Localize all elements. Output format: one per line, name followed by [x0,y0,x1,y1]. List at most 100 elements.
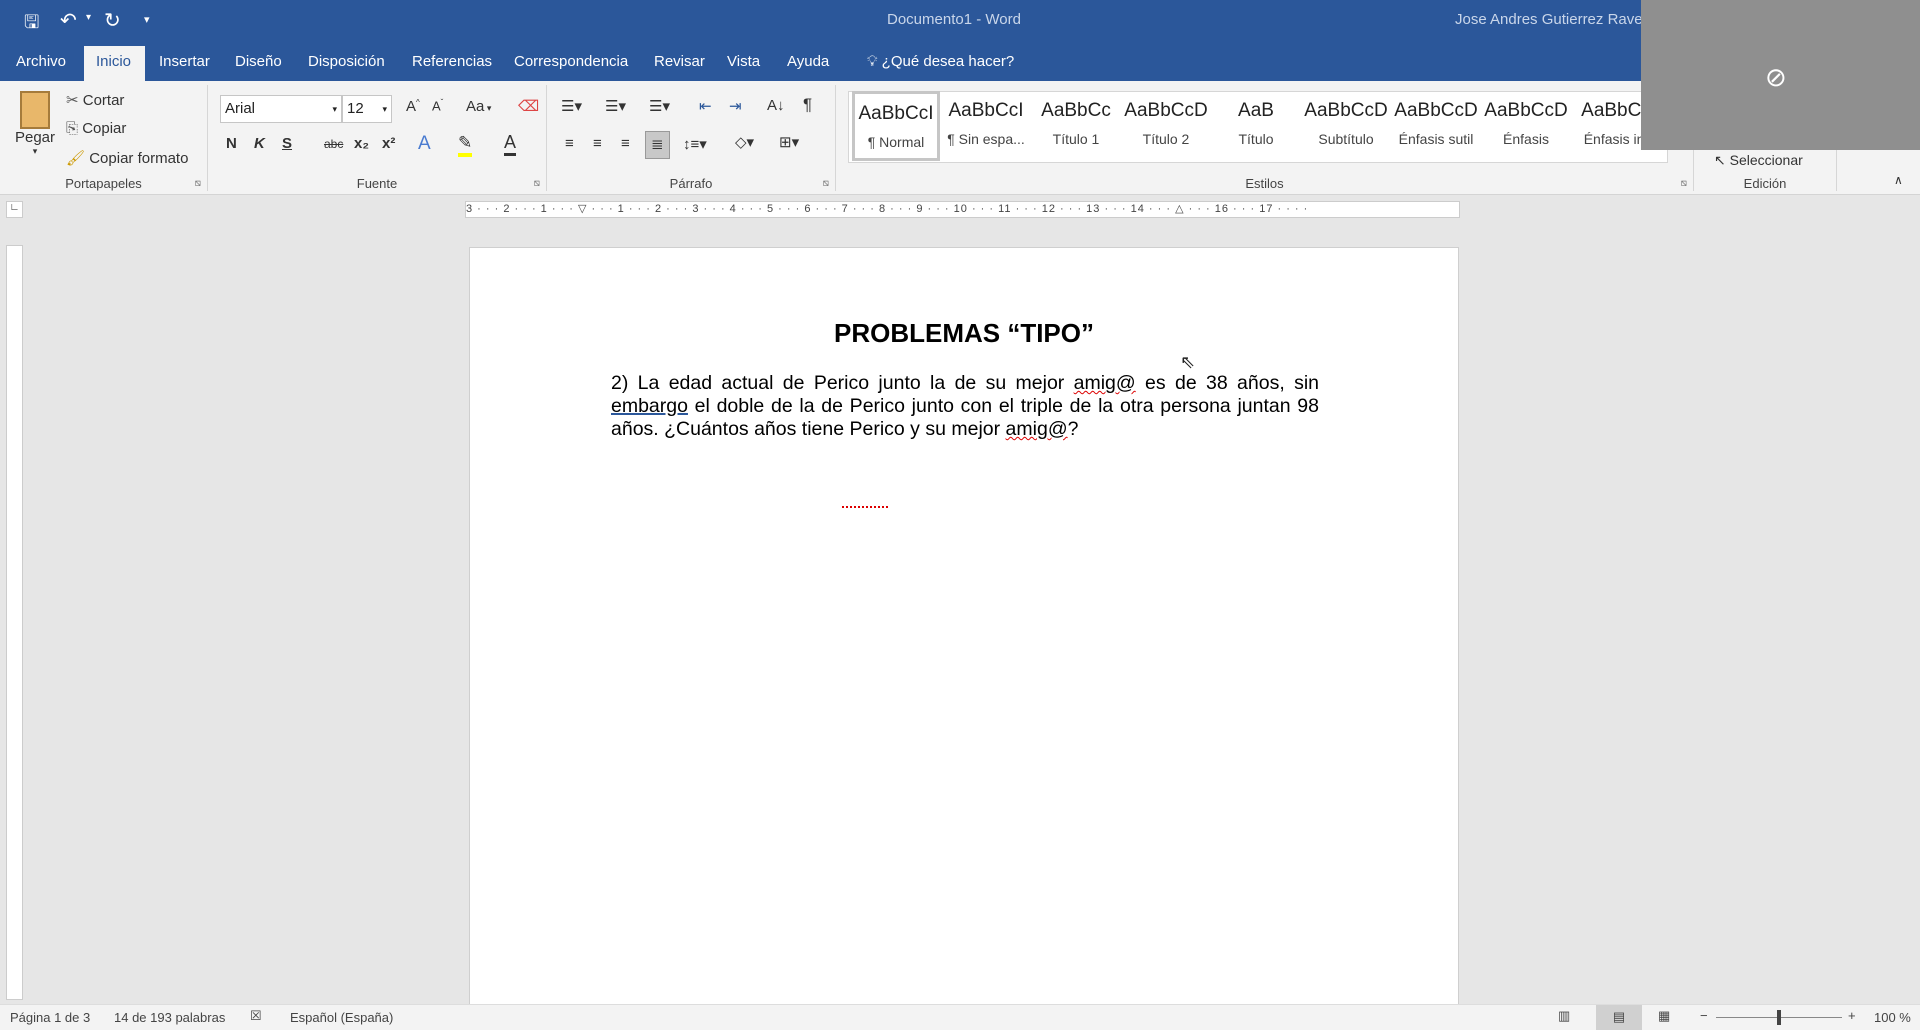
subscript-button[interactable]: x₂ [354,135,369,152]
paragraph-group: ☰▾ ☰▾ ☰▾ ⇤ ⇥ A↓ ¶ ≡ ≡ ≡ ≣ ↕≡▾ ◇▾ ⊞▾ Párr… [547,85,836,191]
cut-button[interactable]: ✂ Cortar [66,91,124,109]
bold-button[interactable]: N [226,135,237,152]
select-button[interactable]: ↖ Seleccionar [1714,152,1803,168]
italic-button[interactable]: K [254,135,265,152]
decrease-indent-icon[interactable]: ⇤ [699,97,712,115]
read-mode-icon[interactable]: ▥ [1558,1008,1570,1024]
style-1[interactable]: AaBbCcI ¶ Sin espa... [942,91,1030,161]
multilevel-list-icon[interactable]: ☰▾ [649,97,670,115]
style-7[interactable]: AaBbCcD Énfasis [1482,91,1570,161]
numbering-icon[interactable]: ☰▾ [605,97,626,115]
print-layout-icon[interactable]: ▤ [1596,1005,1642,1030]
tab-insertar[interactable]: Insertar [147,46,222,81]
style-6[interactable]: AaBbCcD Énfasis sutil [1392,91,1480,161]
lightbulb-icon: 💡︎ [867,53,882,70]
style-3[interactable]: AaBbCcD Título 2 [1122,91,1210,161]
borders-icon[interactable]: ⊞▾ [779,133,799,151]
strikethrough-button[interactable]: abc [324,137,343,151]
style-0[interactable]: AaBbCcI ¶ Normal [852,91,940,161]
zoom-slider-thumb[interactable] [1777,1010,1781,1025]
customize-quick-access[interactable]: ▾ [144,13,150,26]
editing-label: Edición [1743,176,1787,191]
dialog-launcher-icon[interactable]: ⧅ [823,178,829,189]
horizontal-ruler[interactable]: 3 · · · 2 · · · 1 · · · ▽ · · · 1 · · · … [465,201,1460,218]
dialog-launcher-icon[interactable]: ⧅ [534,178,540,189]
justify-icon[interactable]: ≣ [645,131,670,159]
styles-group: AaBbCcI ¶ Normal AaBbCcI ¶ Sin espa... AaBbC… [836,85,1694,191]
copy-button[interactable]: ⎘ Copiar [66,120,126,137]
tab-disposicion[interactable]: Disposición [296,46,397,81]
align-center-icon[interactable]: ≡ [593,135,602,152]
collapse-ribbon-icon[interactable]: ∧ [1894,173,1903,187]
tab-archivo[interactable]: Archivo [4,46,78,81]
grow-font-icon[interactable]: A^ [406,98,420,115]
text-effects-icon[interactable]: A [418,133,431,155]
style-sample: AaBbCcD [1124,100,1208,121]
sort-icon[interactable]: A↓ [767,97,785,114]
tab-referencias[interactable]: Referencias [400,46,504,81]
word-count[interactable]: 14 de 193 palabras [114,1010,225,1025]
align-right-icon[interactable]: ≡ [621,135,630,152]
font-name-select[interactable]: Arial ▾ [220,95,342,123]
copy-icon: ⎘ [66,120,79,137]
undo-icon[interactable]: ↶ [60,8,77,33]
language[interactable]: Español (España) [290,1010,393,1025]
shrink-font-icon[interactable]: Aˇ [432,98,443,113]
bullets-icon[interactable]: ☰▾ [561,97,582,115]
tab-diseno[interactable]: Diseño [223,46,294,81]
tab-revisar[interactable]: Revisar [642,46,717,81]
style-sample: AaB [1238,100,1274,121]
page-count[interactable]: Página 1 de 3 [10,1010,90,1025]
redo-icon[interactable]: ↻ [104,8,121,33]
clear-formatting-icon[interactable]: ⌫ [518,97,539,115]
document-page[interactable]: PROBLEMAS “TIPO” 2) La edad actual de Pe… [469,247,1459,1007]
grammar-flag[interactable]: embargo [611,395,688,417]
tab-selector-icon[interactable]: ∟ [6,201,23,218]
save-icon[interactable]: 🖫 [24,10,39,40]
tab-vista[interactable]: Vista [715,46,772,81]
dialog-launcher-icon[interactable]: ⧅ [1681,178,1687,189]
vertical-ruler[interactable] [6,245,23,1000]
underline-button[interactable]: S [282,135,292,152]
format-painter-button[interactable]: 🖌︎ Copiar formato [66,149,188,167]
paste-button[interactable]: Pegar ▾ [14,91,56,157]
font-color-button[interactable]: A [504,132,517,156]
style-name: Título 2 [1142,131,1190,147]
increase-indent-icon[interactable]: ⇥ [729,97,742,115]
style-2[interactable]: AaBbCc Título 1 [1032,91,1120,161]
web-layout-icon[interactable]: ▦ [1658,1008,1670,1024]
zoom-level[interactable]: 100 % [1874,1010,1911,1025]
user-name[interactable]: Jose Andres Gutierrez Rave [1455,11,1643,28]
zoom-in-button[interactable]: + [1848,1008,1856,1023]
tab-inicio[interactable]: Inicio [84,46,145,81]
spelling-error[interactable]: amig@ [1006,418,1068,440]
style-5[interactable]: AaBbCcD Subtítulo [1302,91,1390,161]
tab-ayuda[interactable]: Ayuda [775,46,841,81]
paragraph-label: Párrafo [669,176,713,191]
dialog-launcher-icon[interactable]: ⧅ [195,178,201,189]
style-sample: AaBbCcD [1304,100,1388,121]
show-marks-button[interactable]: ¶ [803,95,812,115]
align-left-icon[interactable]: ≡ [565,135,574,152]
font-size-select[interactable]: 12 ▾ [342,95,392,123]
brush-icon: 🖌︎ [66,150,86,167]
highlight-icon[interactable]: ✎ [458,133,473,157]
spelling-squiggle [842,504,888,508]
undo-dropdown-icon[interactable]: ▾ [86,12,91,23]
tell-me-search[interactable]: 💡︎ ¿Qué desea hacer? [855,46,1026,81]
superscript-button[interactable]: x² [382,135,395,152]
mouse-cursor-icon: ⇖ [1180,352,1196,372]
zoom-out-button[interactable]: − [1700,1008,1708,1023]
line-spacing-icon[interactable]: ↕≡▾ [683,135,707,153]
clipboard-icon [20,91,50,129]
clipboard-label: Portapapeles [65,176,142,191]
font-group: Arial ▾ 12 ▾ A^ Aˇ Aa ▾ ⌫ N K S abc x₂ x² … [208,85,547,191]
spelling-error[interactable]: amig@ [1074,372,1136,394]
change-case-button[interactable]: Aa ▾ [466,98,491,115]
style-4[interactable]: AaB Título [1212,91,1300,161]
tab-correspondencia[interactable]: Correspondencia [502,46,640,81]
camera-off-icon: ⊘ [1765,62,1787,92]
document-paragraph[interactable]: 2) La edad actual de Perico junto la de … [611,372,1319,441]
shading-icon[interactable]: ◇▾ [735,133,754,151]
proofing-icon[interactable]: ☒ [250,1008,262,1024]
